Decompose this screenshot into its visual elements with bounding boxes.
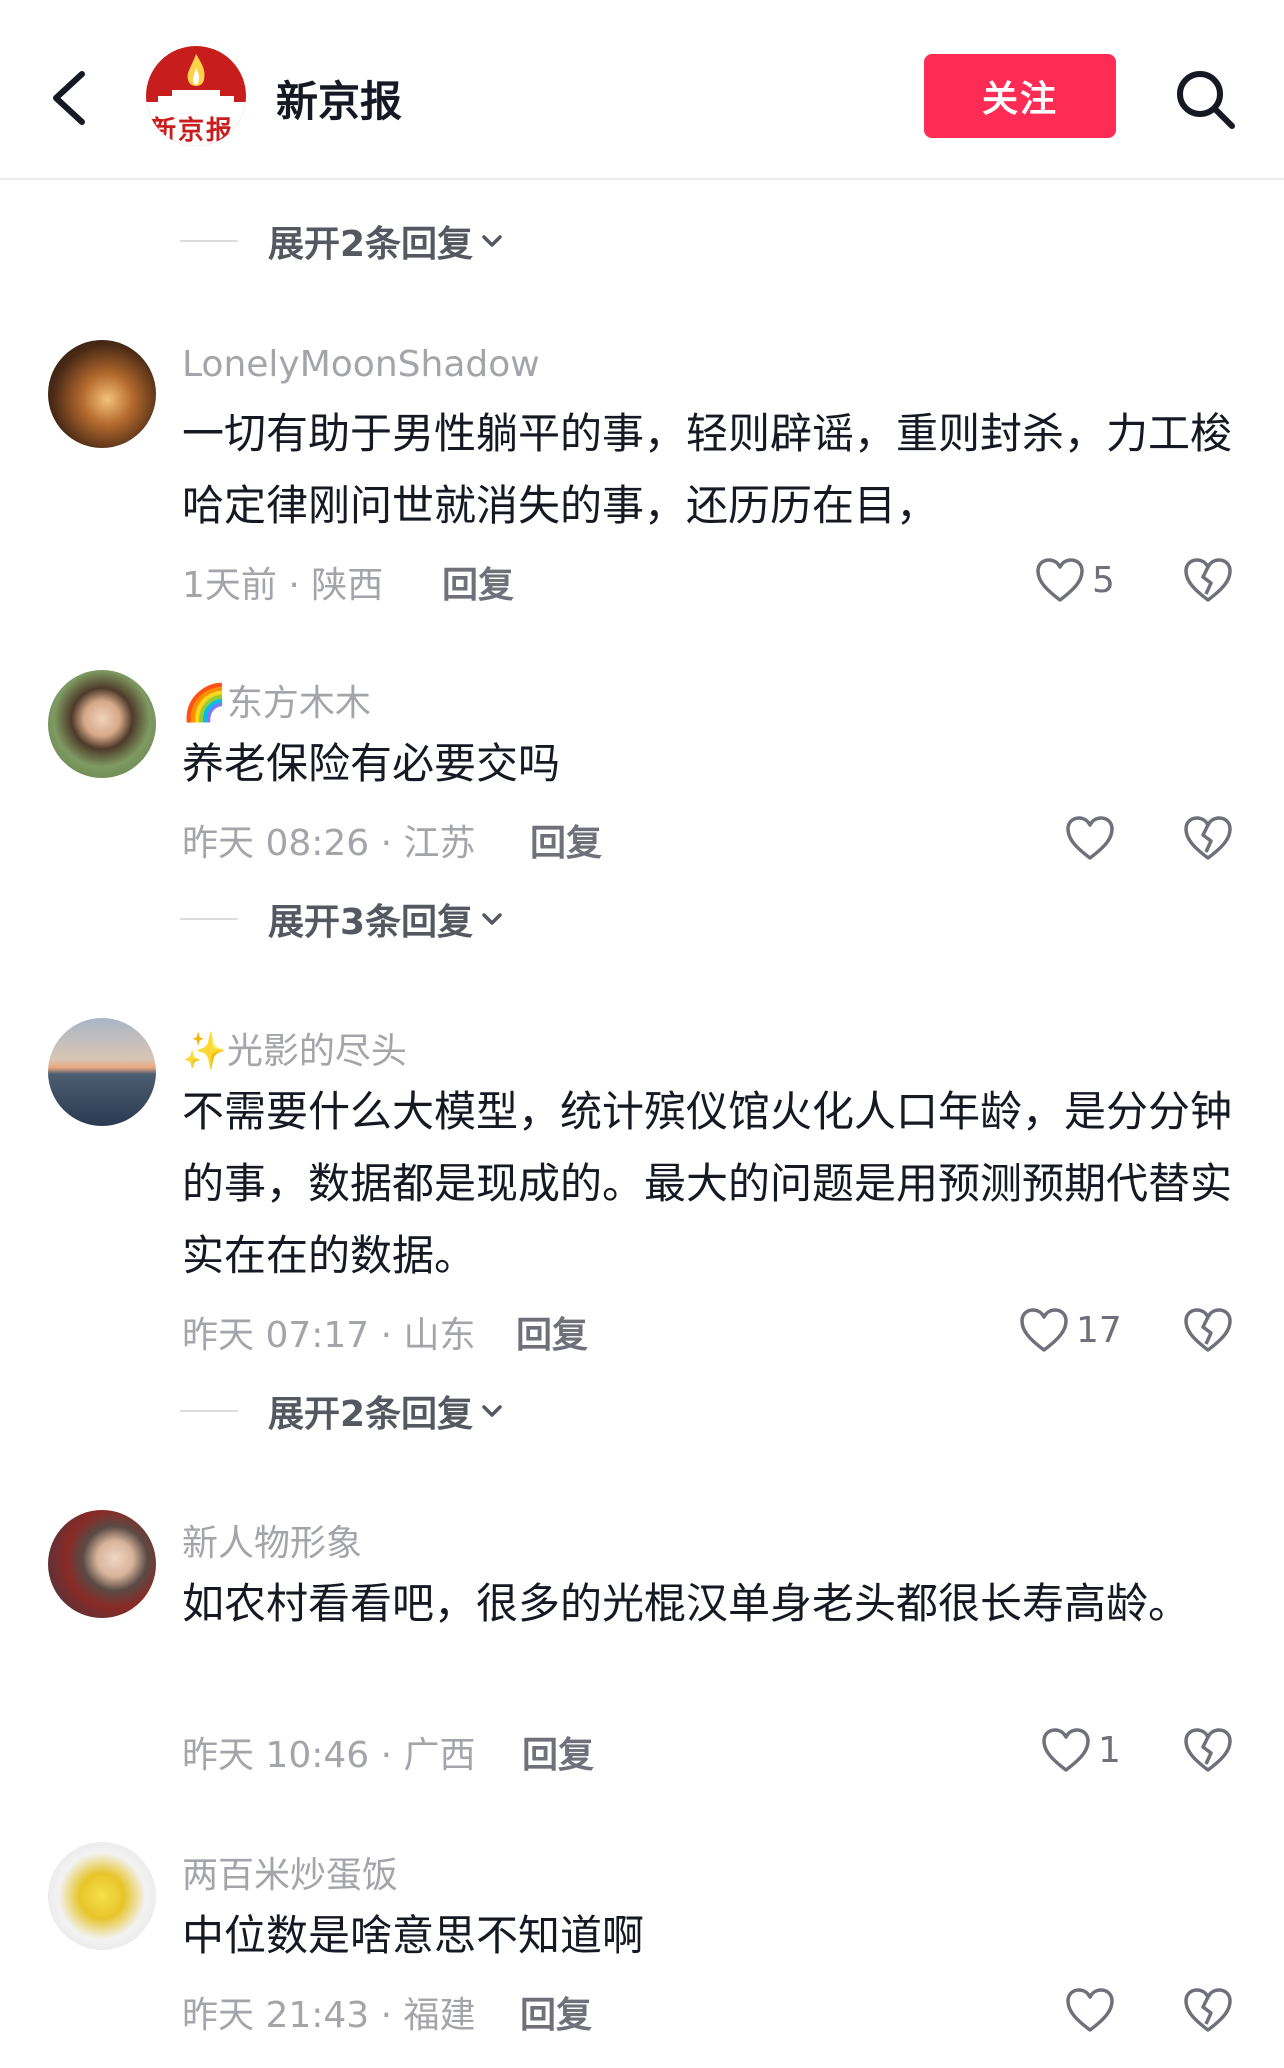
expand-replies-button[interactable]: 展开2条回复	[180, 1386, 505, 1436]
username-emoji: ✨	[182, 1031, 227, 1072]
comment-text: 中位数是啥意思不知道啊	[182, 1911, 645, 1960]
comment-text: 养老保险有必要交吗	[182, 739, 561, 788]
reply-button[interactable]: 回复	[522, 1726, 594, 1778]
broken-heart-icon	[1184, 558, 1232, 602]
avatar[interactable]	[48, 340, 156, 448]
broken-heart-icon	[1184, 1308, 1232, 1352]
like-count: 17	[1076, 1309, 1122, 1351]
account-name[interactable]: 新京报	[276, 68, 402, 129]
follow-button[interactable]: 关注	[924, 54, 1116, 138]
username-emoji: 🌈	[182, 683, 227, 724]
logo-text: 新京报	[150, 116, 235, 146]
comment-meta: 昨天 07:17 · 山东	[182, 1315, 476, 1356]
expand-replies-label: 展开2条回复	[268, 224, 474, 265]
comment-meta: 昨天 10:46 · 广西	[182, 1735, 476, 1776]
comment-meta: 昨天 08:26 · 江苏	[182, 823, 476, 864]
avatar[interactable]	[48, 670, 156, 778]
comment-text: 不需要什么大模型，统计殡仪馆火化人口年龄，是分分钟的事，数据都是现成的。最大的问…	[182, 1087, 1233, 1280]
chevron-left-icon	[53, 71, 85, 125]
expand-replies-button[interactable]: 展开3条回复	[180, 894, 505, 944]
broken-heart-icon	[1184, 1988, 1232, 2032]
comment-text: 一切有助于男性躺平的事，轻则辟谣，重则封杀，力工梭哈定律刚问世就消失的事，还历历…	[182, 409, 1233, 530]
chevron-down-icon	[482, 913, 502, 925]
broken-heart-icon	[1184, 816, 1232, 860]
like-button[interactable]: 17	[1018, 1302, 1122, 1358]
dislike-button[interactable]	[1182, 1304, 1234, 1356]
top-bar: 新京报 新京报 关注	[0, 0, 1284, 180]
expand-replies-label: 展开3条回复	[268, 902, 474, 943]
comment-username[interactable]: LonelyMoonShadow	[182, 344, 540, 385]
building-silhouette-icon	[146, 90, 246, 110]
reply-button[interactable]: 回复	[442, 556, 514, 608]
heart-outline-icon	[1066, 816, 1114, 860]
username-text: 东方木木	[226, 683, 371, 724]
heart-outline-icon	[1020, 1308, 1068, 1352]
comment-meta: 昨天 21:43 · 福建	[182, 1995, 476, 2036]
comment-username[interactable]: ✨光影的尽头	[182, 1022, 407, 1074]
reply-button[interactable]: 回复	[530, 814, 602, 866]
avatar[interactable]	[48, 1510, 156, 1618]
dislike-button[interactable]	[1182, 812, 1234, 864]
avatar[interactable]	[48, 1018, 156, 1126]
reply-button[interactable]: 回复	[520, 1986, 592, 2038]
search-icon	[1177, 71, 1235, 129]
broken-heart-icon	[1184, 1728, 1232, 1772]
reply-button[interactable]: 回复	[516, 1306, 588, 1358]
like-count: 5	[1092, 559, 1115, 601]
comment-username[interactable]: 两百米炒蛋饭	[182, 1846, 398, 1898]
comment-text: 如农村看看吧，很多的光棍汉单身老头都很长寿高龄。	[182, 1579, 1191, 1628]
heart-outline-icon	[1066, 1988, 1114, 2032]
chevron-down-icon	[482, 235, 502, 247]
like-button[interactable]: 5	[1034, 552, 1115, 608]
heart-outline-icon	[1042, 1728, 1090, 1772]
like-count: 1	[1098, 1729, 1121, 1771]
divider-line	[180, 240, 238, 242]
like-button[interactable]	[1064, 1982, 1122, 2038]
comment-username[interactable]: 新人物形象	[182, 1514, 362, 1566]
dislike-button[interactable]	[1182, 1984, 1234, 2036]
back-button[interactable]	[40, 58, 100, 138]
expand-replies-label: 展开2条回复	[268, 1394, 474, 1435]
chevron-down-icon	[482, 1405, 502, 1417]
expand-replies-button[interactable]: 展开2条回复	[180, 216, 505, 266]
dislike-button[interactable]	[1182, 1724, 1234, 1776]
account-logo[interactable]: 新京报	[146, 46, 246, 146]
heart-outline-icon	[1036, 558, 1084, 602]
avatar[interactable]	[48, 1842, 156, 1950]
like-button[interactable]: 1	[1040, 1722, 1121, 1778]
divider-line	[180, 918, 238, 920]
comment-meta: 1天前 · 陕西	[182, 565, 384, 606]
comment-username[interactable]: 🌈东方木木	[182, 674, 371, 726]
username-text: 光影的尽头	[226, 1031, 407, 1072]
dislike-button[interactable]	[1182, 554, 1234, 606]
divider-line	[180, 1410, 238, 1412]
like-button[interactable]	[1064, 810, 1122, 866]
search-button[interactable]	[1172, 66, 1238, 132]
